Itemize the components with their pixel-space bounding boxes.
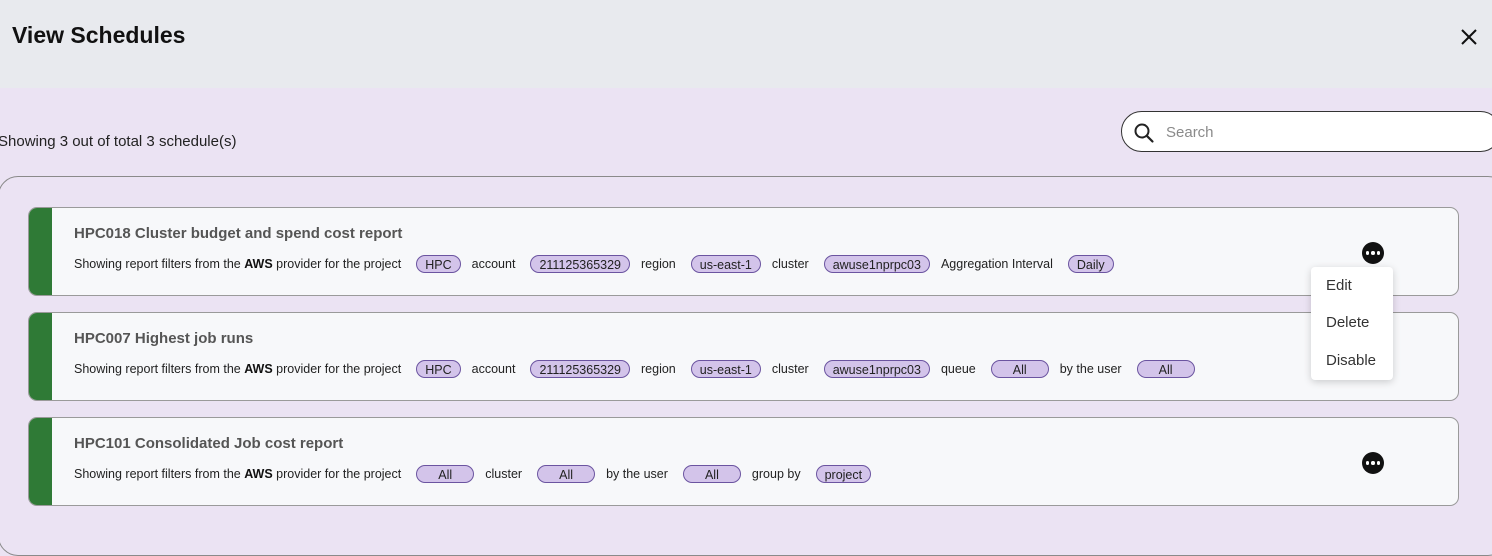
schedule-count: Showing 3 out of total 3 schedule(s): [0, 133, 237, 150]
filter-intro-part: provider for the project: [272, 257, 402, 271]
status-stripe: [29, 313, 52, 400]
filter-chip: All: [537, 465, 596, 483]
schedule-filters: Showing report filters from the AWS prov…: [74, 463, 882, 485]
status-stripe: [29, 208, 52, 295]
filter-chip: All: [416, 465, 475, 483]
schedule-filters: Showing report filters from the AWS prov…: [74, 358, 1206, 380]
dialog-header: View Schedules: [0, 0, 1492, 88]
provider-name: AWS: [244, 362, 273, 376]
filter-chip: Daily: [1067, 255, 1114, 273]
search-box[interactable]: [1121, 111, 1492, 152]
filter-chip: awuse1nprpc03: [823, 255, 930, 273]
provider-name: AWS: [244, 467, 273, 481]
filter-chip: 211125365329: [530, 255, 631, 273]
more-options-dot: [1376, 251, 1381, 255]
more-options-icon[interactable]: [1362, 452, 1384, 474]
filter-label: cluster: [771, 362, 809, 376]
filter-label: region: [641, 362, 676, 376]
filter-chip: us-east-1: [690, 255, 761, 273]
filter-label: Aggregation Interval: [940, 257, 1053, 271]
filter-intro-text: Showing report filters from the AWS prov…: [74, 362, 401, 376]
menu-item-delete[interactable]: Delete: [1326, 314, 1369, 331]
filter-label: cluster: [771, 257, 809, 271]
schedule-name: HPC007 Highest job runs: [74, 330, 254, 347]
filter-label: group by: [751, 467, 801, 481]
close-icon[interactable]: [1456, 24, 1482, 50]
filter-intro-part: provider for the project: [272, 467, 402, 481]
dialog-title: View Schedules: [12, 22, 186, 48]
filter-chip: All: [1136, 360, 1195, 378]
filter-label: by the user: [606, 467, 668, 481]
filter-intro-text: Showing report filters from the AWS prov…: [74, 467, 401, 481]
filter-intro-part: Showing report filters from the: [74, 467, 245, 481]
schedule-card[interactable]: HPC101 Consolidated Job cost report Showi…: [28, 417, 1459, 506]
filter-intro-text: Showing report filters from the AWS prov…: [74, 257, 401, 271]
filter-label: account: [471, 257, 516, 271]
schedule-context-menu: Edit Delete Disable: [1311, 267, 1393, 380]
status-stripe: [29, 418, 52, 505]
search-input[interactable]: [1164, 120, 1488, 144]
more-options-dot: [1376, 461, 1381, 465]
filter-chip: HPC: [416, 255, 461, 273]
schedule-name: HPC018 Cluster budget and spend cost rep…: [74, 225, 403, 242]
filter-chip: awuse1nprpc03: [823, 360, 930, 378]
schedule-card[interactable]: HPC018 Cluster budget and spend cost rep…: [28, 207, 1459, 296]
filter-label: by the user: [1059, 362, 1122, 376]
menu-item-disable[interactable]: Disable: [1326, 352, 1376, 369]
schedule-card[interactable]: HPC007 Highest job runs Showing report fi…: [28, 312, 1459, 401]
schedule-filters: Showing report filters from the AWS prov…: [74, 253, 1125, 275]
more-options-dot: [1365, 251, 1370, 255]
more-options-dot: [1371, 251, 1375, 255]
filter-chip: HPC: [416, 360, 461, 378]
filter-label: account: [471, 362, 516, 376]
filter-label: cluster: [485, 467, 523, 481]
filter-label: queue: [940, 362, 976, 376]
more-options-icon[interactable]: [1362, 242, 1384, 264]
filter-label: region: [641, 257, 676, 271]
provider-name: AWS: [244, 257, 273, 271]
more-options-dot: [1371, 461, 1375, 465]
menu-item-edit[interactable]: Edit: [1326, 277, 1352, 294]
filter-intro-part: provider for the project: [272, 362, 402, 376]
search-icon: [1134, 123, 1154, 143]
filter-chip: project: [815, 465, 872, 483]
filter-chip: All: [990, 360, 1049, 378]
filter-chip: 211125365329: [530, 360, 631, 378]
filter-chip: All: [682, 465, 741, 483]
more-options-dot: [1365, 461, 1370, 465]
filter-intro-part: Showing report filters from the: [74, 257, 245, 271]
schedule-name: HPC101 Consolidated Job cost report: [74, 435, 344, 452]
filter-intro-part: Showing report filters from the: [74, 362, 245, 376]
filter-chip: us-east-1: [690, 360, 761, 378]
